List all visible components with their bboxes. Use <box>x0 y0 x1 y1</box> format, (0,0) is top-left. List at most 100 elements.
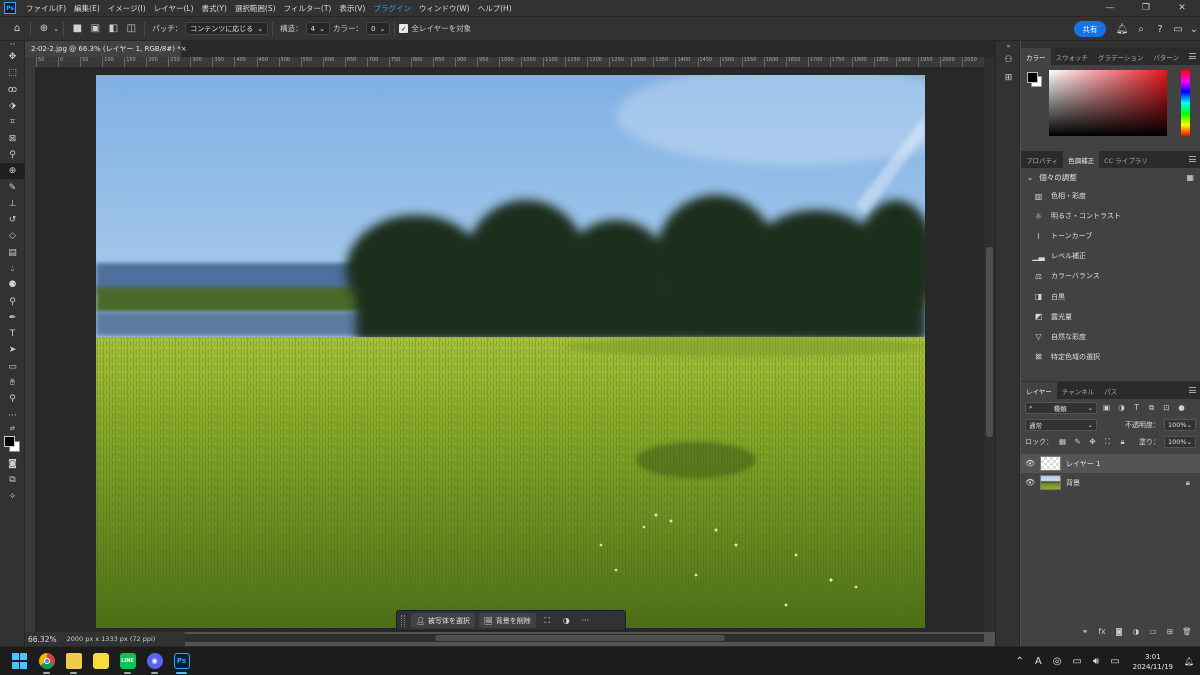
document-image[interactable] <box>96 75 925 628</box>
libraries-icon[interactable]: ⊞ <box>996 69 1021 87</box>
filter-shape-layer-icon[interactable]: ⧉ <box>1146 402 1157 413</box>
adjustment-item[interactable]: ▽ 自然な彩度 <box>1021 327 1200 347</box>
lock-all-icon[interactable]: 🔒︎ <box>1117 436 1128 447</box>
panel-tab[interactable]: CC ライブラリ <box>1099 151 1153 168</box>
panel-tab[interactable]: スウォッチ <box>1051 48 1094 65</box>
lock-image-icon[interactable]: ✎ <box>1072 436 1083 447</box>
filter-toggle-icon[interactable]: ● <box>1176 402 1187 413</box>
discord-app[interactable]: ◉ <box>141 648 168 675</box>
structure-select[interactable]: 4 ⌄ <box>305 22 331 35</box>
foreground-color-swatch[interactable] <box>1027 72 1038 83</box>
path-selection-tool-icon[interactable]: ➤ <box>0 342 25 358</box>
panel-menu-icon[interactable] <box>1189 53 1196 59</box>
workspace-icon[interactable]: ▭ <box>1170 21 1186 37</box>
zoom-level[interactable]: 66.32% <box>28 635 57 644</box>
layer-row-background[interactable]: 👁︎ 背景 🔒︎ <box>1021 473 1200 492</box>
chevron-up-icon[interactable]: ⌃ <box>1015 656 1023 667</box>
lock-artboard-icon[interactable]: ⛶ <box>1102 436 1113 447</box>
lock-icon[interactable]: 🔒︎ <box>1186 478 1190 488</box>
generative-fill-icon[interactable]: ✧ <box>0 488 25 504</box>
marquee-tool-icon[interactable]: ⬚ <box>0 65 25 81</box>
sticky-notes-app[interactable] <box>87 648 114 675</box>
menu-item[interactable]: 書式(Y) <box>198 3 231 14</box>
layer-filter-select[interactable]: ⌕ 種類 ⌄ <box>1025 401 1097 414</box>
type-tool-icon[interactable]: T <box>0 326 25 342</box>
intersect-selection-icon[interactable]: ◫ <box>122 20 140 38</box>
layer-row-layer-1[interactable]: 👁︎ レイヤー 1 <box>1021 454 1200 473</box>
layer-thumbnail[interactable] <box>1040 475 1061 490</box>
saturation-brightness-field[interactable] <box>1049 70 1167 136</box>
color-swatches[interactable] <box>0 434 24 456</box>
swap-colors-icon[interactable]: ⇄ <box>0 424 25 434</box>
more-options-button[interactable]: ··· <box>578 613 593 628</box>
document-info[interactable]: 2000 px x 1333 px (72 ppi) <box>67 635 156 643</box>
gradient-tool-icon[interactable]: ▤ <box>0 245 25 261</box>
volume-icon[interactable]: 🔊︎ <box>1093 656 1099 667</box>
lock-transparent-icon[interactable]: ▦ <box>1057 436 1068 447</box>
adjustment-icon[interactable]: ◑ <box>559 613 574 628</box>
new-adjustment-layer-icon[interactable]: ◑ <box>1131 626 1141 636</box>
clock[interactable]: 3:01 2024/11/19 <box>1133 652 1173 672</box>
battery-icon[interactable]: ▭ <box>1110 656 1119 667</box>
color-select[interactable]: 0 ⌄ <box>366 22 391 35</box>
restore-button[interactable]: ❐ <box>1128 0 1164 16</box>
line-app[interactable]: LINE <box>114 648 141 675</box>
object-selection-tool-icon[interactable]: ⬗ <box>0 98 25 114</box>
adjustment-item[interactable]: ▁▃ レベル補正 <box>1021 246 1200 266</box>
add-to-selection-icon[interactable]: ▣ <box>86 20 104 38</box>
lock-position-icon[interactable]: ✥ <box>1087 436 1098 447</box>
filter-smart-object-icon[interactable]: ⊡ <box>1161 402 1172 413</box>
vertical-scroll-thumb[interactable] <box>986 247 993 437</box>
adjustment-item[interactable]: ⌇ トーンカーブ <box>1021 226 1200 246</box>
collapse-panels-icon[interactable]: » <box>996 41 1021 51</box>
menu-item[interactable]: ウィンドウ(W) <box>415 3 474 14</box>
eyedropper-tool-icon[interactable]: ⚲ <box>0 147 25 163</box>
zoom-tool-icon[interactable]: ⚲ <box>0 391 25 407</box>
menu-item[interactable]: ファイル(F) <box>22 3 70 14</box>
app-tray-icon[interactable]: ◎ <box>1053 656 1062 667</box>
new-group-icon[interactable]: ▭ <box>1148 626 1158 636</box>
patch-tool-preset-icon[interactable]: ⊕ <box>35 20 53 38</box>
panel-tab[interactable]: チャンネル <box>1057 382 1099 399</box>
horizontal-scrollbar[interactable] <box>180 634 984 642</box>
layer-style-fx-icon[interactable]: fx <box>1097 626 1107 636</box>
adjustment-item[interactable]: ⊠ 特定色域の選択 <box>1021 347 1200 367</box>
panel-menu-icon[interactable] <box>1189 387 1196 393</box>
crop-tool-icon[interactable]: ⌗ <box>0 114 25 130</box>
move-tool-icon[interactable]: ✥ <box>0 49 25 65</box>
quick-mask-icon[interactable]: ◙ <box>0 456 25 472</box>
menu-item[interactable]: フィルター(T) <box>280 3 336 14</box>
photoshop-logo-icon[interactable]: Ps <box>4 2 16 14</box>
adjustment-item[interactable]: ☼ 明るさ・コントラスト <box>1021 206 1200 226</box>
filter-type-layer-icon[interactable]: T <box>1131 402 1142 413</box>
menu-item[interactable]: 表示(V) <box>335 3 369 14</box>
opacity-input[interactable]: 100% ⌄ <box>1164 418 1196 431</box>
subtract-from-selection-icon[interactable]: ◧ <box>104 20 122 38</box>
foreground-color-swatch[interactable] <box>4 435 15 447</box>
search-icon[interactable]: ⌕ <box>1133 21 1149 37</box>
notification-bell-icon[interactable]: 🔔︎ <box>1184 657 1194 667</box>
transform-icon[interactable]: ⛶ <box>540 613 555 628</box>
menu-item[interactable]: 編集(E) <box>70 3 104 14</box>
panel-tab[interactable]: パターン <box>1148 48 1184 65</box>
panel-tab[interactable]: パス <box>1099 382 1122 399</box>
file-explorer-app[interactable] <box>60 648 87 675</box>
new-layer-icon[interactable]: ⊞ <box>1165 626 1175 636</box>
pen-tool-icon[interactable]: ✒ <box>0 310 25 326</box>
lasso-tool-icon[interactable]: ꝏ <box>0 82 25 98</box>
menu-item[interactable]: ヘルプ(H) <box>474 3 516 14</box>
delete-layer-icon[interactable]: 🗑︎ <box>1182 626 1192 636</box>
panel-tab[interactable]: カラー <box>1021 48 1051 65</box>
notifications-bell-icon[interactable]: 🔔︎ <box>1114 21 1130 37</box>
share-button[interactable]: 共有 <box>1074 21 1106 37</box>
hand-tool-icon[interactable]: ✋︎ <box>0 375 25 391</box>
adjustment-item[interactable]: ▥ 色相・彩度 <box>1021 186 1200 206</box>
blend-mode-select[interactable]: 通常 ⌄ <box>1025 418 1097 431</box>
minimize-button[interactable]: — <box>1092 0 1128 16</box>
vertical-scrollbar[interactable] <box>984 57 995 632</box>
frame-tool-icon[interactable]: ⊠ <box>0 130 25 146</box>
grid-view-icon[interactable]: ▦ <box>1186 173 1194 182</box>
dodge-burn-tool-icon[interactable]: ⚲ <box>0 293 25 309</box>
fill-input[interactable]: 100% ⌄ <box>1164 435 1196 448</box>
network-icon[interactable]: ▭ <box>1072 656 1081 667</box>
